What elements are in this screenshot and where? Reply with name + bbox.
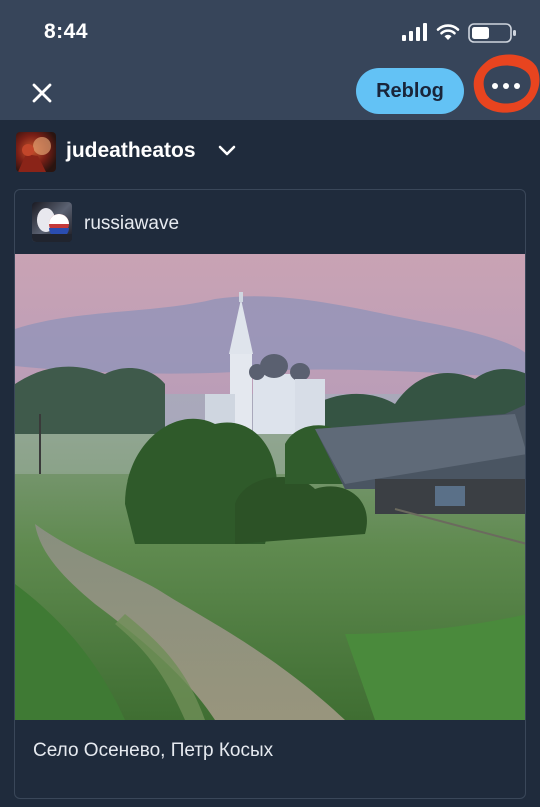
avatar[interactable] (16, 132, 56, 172)
original-poster-username[interactable]: russiawave (84, 213, 179, 235)
status-bar: 8:44 (0, 0, 540, 66)
more-horizontal-icon[interactable] (468, 48, 540, 120)
original-poster-avatar[interactable] (32, 202, 72, 242)
battery-icon (468, 23, 516, 43)
post-header-bar: Reblog (0, 54, 540, 120)
status-time: 8:44 (44, 20, 89, 43)
reblogger-username[interactable]: judeatheatos (66, 139, 196, 163)
close-icon[interactable] (28, 79, 56, 107)
wifi-icon (436, 24, 460, 40)
post-card: russiawave Село Осенево, Петр Косых (14, 189, 526, 799)
post-photo[interactable] (15, 254, 526, 720)
status-icons (398, 22, 518, 43)
signal-icon (402, 23, 427, 41)
chevron-down-icon[interactable] (218, 144, 236, 158)
reblogger-row: judeatheatos (0, 120, 540, 184)
post-caption: Село Осенево, Петр Косых (33, 740, 274, 761)
reblog-button[interactable]: Reblog (356, 68, 464, 114)
